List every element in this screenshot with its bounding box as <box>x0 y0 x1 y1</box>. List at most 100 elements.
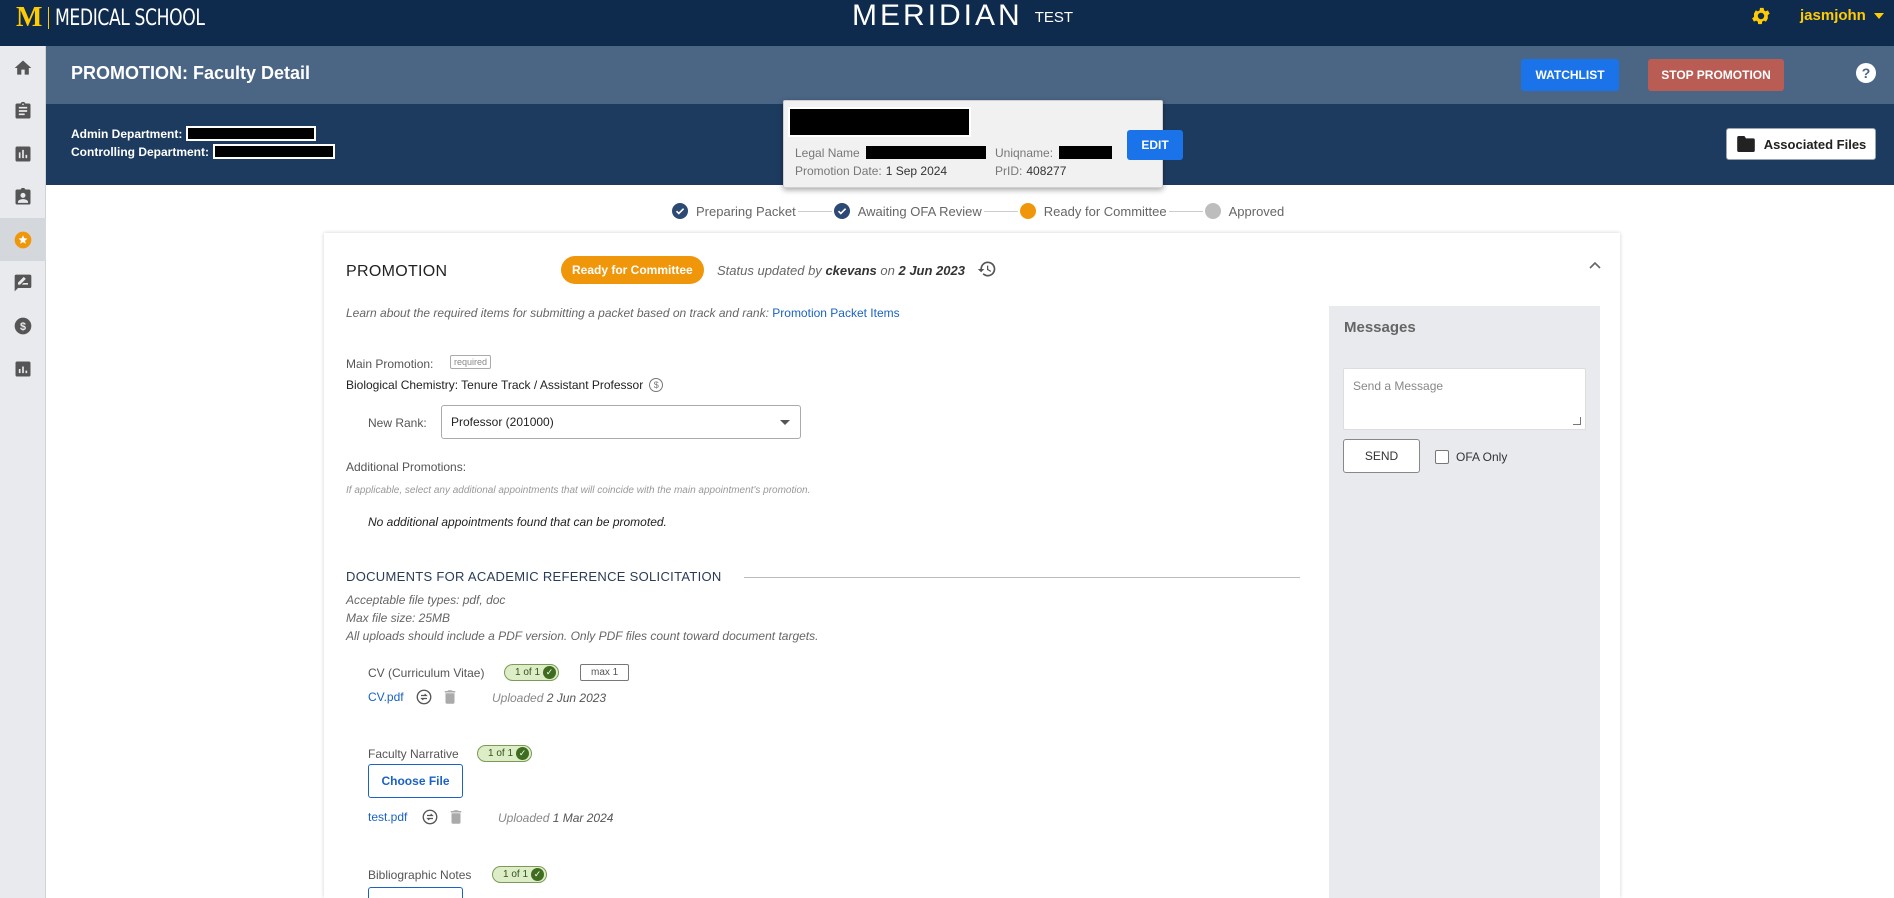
documents-heading: DOCUMENTS FOR ACADEMIC REFERENCE SOLICIT… <box>346 569 722 584</box>
current-step-dot-icon <box>1019 203 1036 219</box>
home-icon <box>14 60 32 75</box>
status-prefix: Status updated by <box>717 263 822 278</box>
step-connector <box>1168 210 1203 212</box>
bar-chart-icon <box>15 146 31 161</box>
file-types-note: Acceptable file types: pdf, doc <box>346 593 506 607</box>
user-menu[interactable]: jasmjohn <box>1800 7 1884 24</box>
step-connector <box>797 210 832 212</box>
ofa-only-checkbox[interactable] <box>1435 450 1449 464</box>
clipboard-icon <box>15 101 31 118</box>
logo-divider <box>48 7 50 29</box>
bibliographic-notes-label: Bibliographic Notes <box>368 868 472 882</box>
step-preparing-packet: Preparing Packet <box>672 203 796 219</box>
narrative-count: 1 of 1 <box>488 748 514 759</box>
additional-promotions-label: Additional Promotions: <box>346 460 467 474</box>
messages-title: Messages <box>1344 319 1416 336</box>
history-icon[interactable] <box>977 259 997 279</box>
pending-step-dot-icon <box>1204 203 1221 219</box>
new-rank-value: Professor (201000) <box>451 415 554 429</box>
step-label: Approved <box>1228 203 1285 219</box>
sidebar-item-home[interactable] <box>0 46 46 89</box>
associated-files-button[interactable]: Associated Files <box>1726 128 1876 160</box>
edit-button[interactable]: EDIT <box>1127 130 1183 160</box>
sidebar-item-signatures[interactable] <box>0 261 46 304</box>
caret-down-icon <box>1873 12 1884 19</box>
sidebar-item-reports[interactable] <box>0 132 46 175</box>
controlling-department: Controlling Department: <box>71 144 335 159</box>
page-header: PROMOTION: Faculty Detail WATCHLIST STOP… <box>46 46 1894 104</box>
trash-icon[interactable] <box>441 688 459 706</box>
help-icon[interactable]: ? <box>1856 63 1876 83</box>
send-button[interactable]: SEND <box>1343 439 1420 473</box>
replace-icon[interactable] <box>421 808 439 826</box>
cv-uploaded-text: Uploaded 2 Jun 2023 <box>492 691 606 705</box>
prid-value: 408277 <box>1026 164 1067 178</box>
bibliographic-count-badge: 1 of 1 ✓ <box>492 866 548 883</box>
bibliographic-count: 1 of 1 <box>503 869 529 880</box>
sidebar-item-faculty[interactable] <box>0 175 46 218</box>
cv-label: CV (Curriculum Vitae) <box>368 666 485 680</box>
app-name: MERIDIAN <box>852 0 1023 32</box>
cv-max-badge: max 1 <box>580 664 630 681</box>
caret-down-icon <box>780 420 790 425</box>
step-label: Ready for Committee <box>1043 203 1167 219</box>
narrative-count-badge: 1 of 1 ✓ <box>477 745 533 762</box>
faculty-narrative-label: Faculty Narrative <box>368 747 459 761</box>
chevron-up-icon[interactable] <box>1589 261 1601 269</box>
step-label: Awaiting OFA Review <box>857 203 982 219</box>
additional-promotions-hint: If applicable, select any additional app… <box>346 485 811 496</box>
choose-file-button[interactable]: Choose File <box>368 764 463 798</box>
cv-count-badge: 1 of 1 ✓ <box>504 664 560 681</box>
replace-icon[interactable] <box>415 688 433 706</box>
gear-icon[interactable] <box>1750 5 1772 27</box>
associated-files-label: Associated Files <box>1763 136 1867 152</box>
resize-grip-icon[interactable] <box>1573 417 1581 425</box>
app-title[interactable]: MERIDIAN TEST <box>852 0 1073 32</box>
trash-icon[interactable] <box>447 808 465 826</box>
signature-icon <box>14 274 32 291</box>
uniqname-row: Uniqname: <box>995 144 1115 161</box>
badge-icon <box>15 187 31 204</box>
cv-file-link[interactable]: CV.pdf <box>368 690 404 704</box>
promotion-panel: PROMOTION Ready for Committee Status upd… <box>324 233 1620 898</box>
check-circle-icon <box>672 203 688 219</box>
stop-promotion-button[interactable]: STOP PROMOTION <box>1648 59 1784 91</box>
redacted-controlling-department <box>213 144 335 159</box>
promotion-date-value: 1 Sep 2024 <box>885 164 948 178</box>
env-label: TEST <box>1034 8 1074 26</box>
status-stepper: Preparing Packet Awaiting OFA Review Rea… <box>672 200 1284 222</box>
cv-uploaded-date: 2 Jun 2023 <box>546 691 607 705</box>
cv-count: 1 of 1 <box>515 667 541 678</box>
new-rank-label: New Rank: <box>368 416 427 430</box>
folder-icon <box>1736 136 1755 152</box>
check-circle-icon: ✓ <box>543 666 557 679</box>
redacted-admin-department <box>186 126 317 141</box>
sidebar-item-analytics[interactable] <box>0 347 46 390</box>
no-additional-text: No additional appointments found that ca… <box>368 515 667 529</box>
promotion-date-label: Promotion Date: <box>795 164 882 178</box>
sidebar-item-finance[interactable]: $ <box>0 304 46 347</box>
messages-panel: Messages Send a Message SEND OFA Only <box>1329 306 1600 898</box>
intro-text-body: Learn about the required items for submi… <box>346 306 769 320</box>
user-name: jasmjohn <box>1800 7 1866 24</box>
sidebar-item-promotions[interactable] <box>0 218 46 261</box>
promotion-date-row: Promotion Date: 1 Sep 2024 <box>795 164 947 178</box>
promotion-packet-items-link[interactable]: Promotion Packet Items <box>772 306 899 320</box>
check-circle-icon <box>833 203 850 219</box>
watchlist-button[interactable]: WATCHLIST <box>1521 59 1619 91</box>
svg-text:$: $ <box>20 320 26 332</box>
new-rank-select[interactable]: Professor (201000) <box>441 405 801 439</box>
check-circle-icon: ✓ <box>516 747 530 760</box>
step-awaiting-ofa-review: Awaiting OFA Review <box>833 203 982 219</box>
check-circle-icon: ✓ <box>531 868 545 881</box>
redacted-faculty-name <box>788 107 971 137</box>
status-updated-text: Status updated by ckevans on 2 Jun 2023 <box>717 263 965 278</box>
medical-school-logo[interactable]: M MEDICAL SCHOOL <box>16 4 247 32</box>
choose-file-button-partial[interactable] <box>368 887 463 898</box>
dollar-icon: $ <box>14 317 32 334</box>
prid-label: PrID: <box>995 164 1023 178</box>
sidebar-item-tasks[interactable] <box>0 89 46 132</box>
report-icon <box>15 361 31 376</box>
narrative-file-link[interactable]: test.pdf <box>368 810 407 824</box>
message-input[interactable]: Send a Message <box>1343 368 1586 430</box>
